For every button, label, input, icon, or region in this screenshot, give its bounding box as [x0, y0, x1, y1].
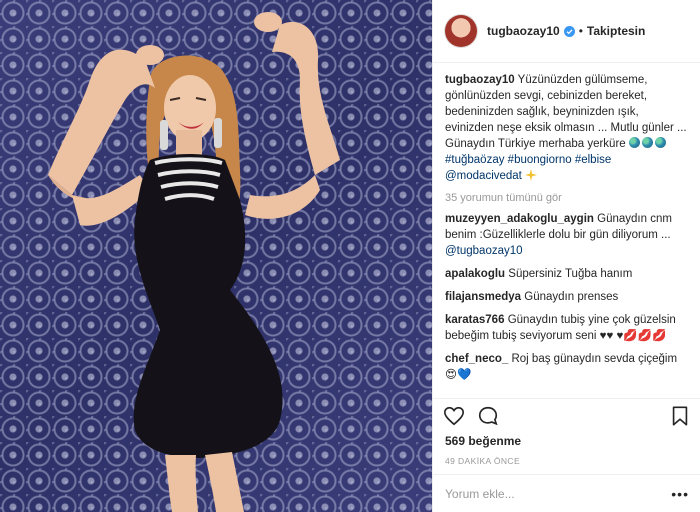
avatar[interactable]	[445, 15, 477, 47]
view-all-comments-link[interactable]: 35 yorumun tümünü gör	[445, 192, 687, 204]
comment-item: filajansmedya Günaydın prenses	[445, 289, 687, 305]
comments-list[interactable]: tugbaozay10 Yüzünüzden gülümseme, gönlün…	[433, 64, 700, 396]
comment-text: Günaydın prenses	[524, 291, 619, 303]
header-username[interactable]: tugbaozay10	[487, 24, 560, 38]
sparkle-emoji-icon	[525, 169, 538, 181]
post-header: tugbaozay10 • Takiptesin	[433, 0, 700, 63]
hashtag-link[interactable]: #elbise	[575, 154, 611, 166]
photo-figure	[48, 12, 340, 512]
add-comment-input[interactable]	[445, 486, 672, 501]
add-comment-bar: •••	[433, 474, 700, 512]
hashtag-link[interactable]: #tuğbaözay	[445, 154, 504, 166]
comment-item: chef_neco_ Roj baş günaydın sevda çiçeği…	[445, 351, 687, 383]
comment-username[interactable]: filajansmedya	[445, 291, 521, 303]
comment-username[interactable]: apalakoglu	[445, 268, 505, 280]
verified-badge-icon	[563, 25, 575, 37]
more-options-icon[interactable]: •••	[671, 487, 689, 501]
globe-emoji-icon	[654, 137, 666, 148]
post-photo[interactable]	[0, 0, 432, 512]
globe-emoji-icon	[628, 137, 640, 148]
post-caption: tugbaozay10 Yüzünüzden gülümseme, gönlün…	[445, 72, 687, 184]
comment-item: karatas766 Günaydın tubiş yine çok güzel…	[445, 312, 687, 344]
mention-link[interactable]: @modacivedat	[445, 170, 522, 182]
like-count[interactable]: 569 beğenme	[445, 434, 521, 448]
comment-item: apalakoglu Süpersiniz Tuğba hanım	[445, 266, 687, 282]
hashtag-link[interactable]: #buongiorno	[508, 154, 572, 166]
following-button[interactable]: Takiptesin	[587, 24, 645, 38]
action-bar	[433, 398, 700, 432]
post-timestamp: 49 DAKİKA ÖNCE	[445, 456, 521, 466]
comment-text: Süpersiniz Tuğba hanım	[508, 268, 633, 280]
post-side-panel: tugbaozay10 • Takiptesin tugbaozay10 Yüz…	[432, 0, 700, 512]
comment-username[interactable]: muzeyyen_adakoglu_aygin	[445, 213, 594, 225]
comment-item: muzeyyen_adakoglu_aygin Günaydın cnm ben…	[445, 211, 687, 259]
mention-link[interactable]: @tugbaozay10	[445, 245, 523, 257]
caption-username[interactable]: tugbaozay10	[445, 74, 515, 86]
globe-emoji-icon	[641, 137, 653, 148]
bookmark-icon[interactable]	[669, 405, 691, 427]
header-separator: •	[578, 24, 583, 38]
comment-bubble-icon[interactable]	[477, 405, 499, 427]
comment-username[interactable]: chef_neco_	[445, 353, 508, 365]
heart-icon[interactable]	[443, 405, 465, 427]
comment-username[interactable]: karatas766	[445, 314, 504, 326]
